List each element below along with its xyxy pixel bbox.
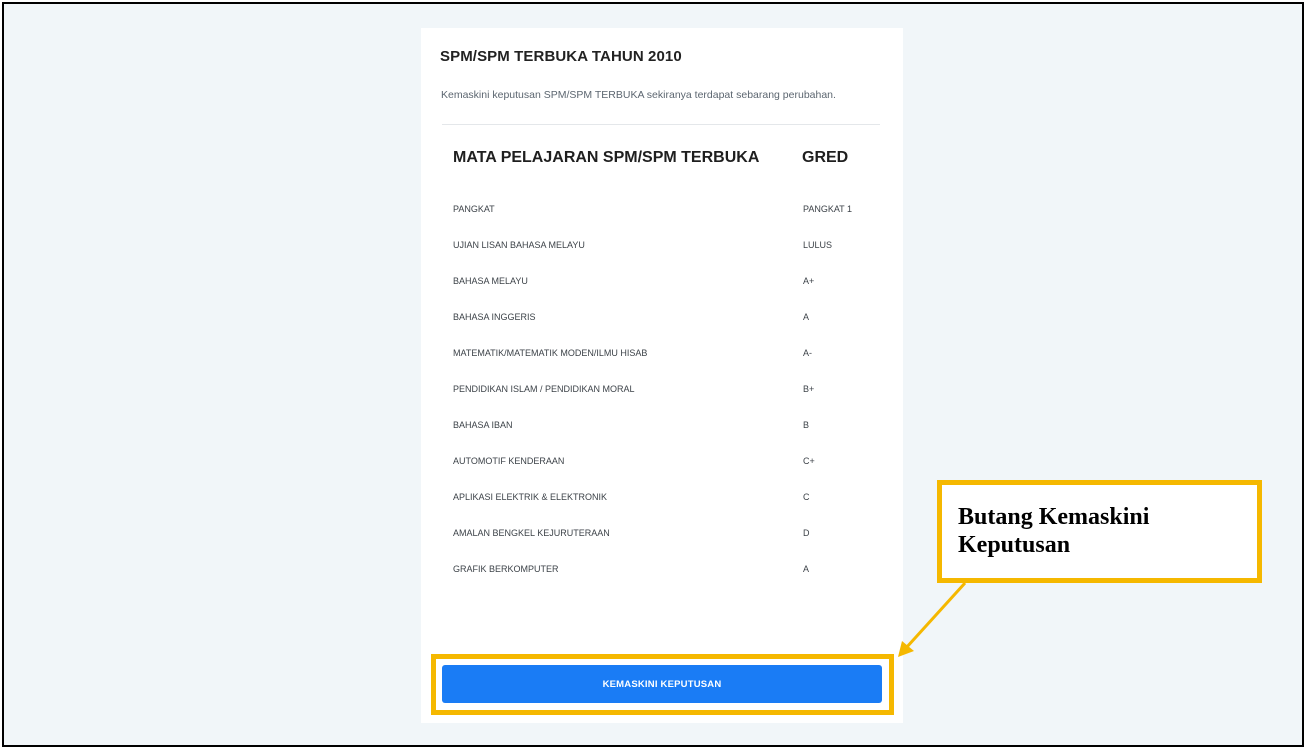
annotation-line-2: Keputusan (958, 532, 1071, 558)
annotation-callout: Butang Kemaskini Keputusan (937, 480, 1262, 583)
subject-cell: APLIKASI ELEKTRIK & ELEKTRONIK (453, 492, 608, 502)
grade-column-header: GRED (802, 149, 849, 166)
subject-cell: AMALAN BENGKEL KEJURUTERAAN (453, 528, 610, 538)
annotation-line-1: Butang Kemaskini (958, 504, 1150, 530)
grade-cell: B+ (803, 384, 815, 394)
table-row: AMALAN BENGKEL KEJURUTERAAN D (421, 528, 903, 564)
results-card: SPM/SPM TERBUKA TAHUN 2010 Kemaskini kep… (421, 28, 903, 723)
update-results-button[interactable]: KEMASKINI KEPUTUSAN (442, 665, 882, 703)
grade-cell: D (803, 528, 810, 538)
table-row: UJIAN LISAN BAHASA MELAYU LULUS (421, 240, 903, 276)
card-title: SPM/SPM TERBUKA TAHUN 2010 (440, 48, 682, 65)
grade-cell: B (803, 420, 810, 430)
table-row: APLIKASI ELEKTRIK & ELEKTRONIK C (421, 492, 903, 528)
table-row: AUTOMOTIF KENDERAAN C+ (421, 456, 903, 492)
subject-cell: MATEMATIK/MATEMATIK MODEN/ILMU HISAB (453, 348, 648, 358)
table-row: BAHASA IBAN B (421, 420, 903, 456)
table-row: BAHASA INGGERIS A (421, 312, 903, 348)
grade-cell: A- (803, 348, 812, 358)
grade-cell: PANGKAT 1 (803, 204, 853, 214)
divider (442, 124, 880, 125)
table-row: MATEMATIK/MATEMATIK MODEN/ILMU HISAB A- (421, 348, 903, 384)
subject-cell: PANGKAT (453, 204, 495, 214)
subject-cell: BAHASA INGGERIS (453, 312, 536, 322)
grade-cell: C+ (803, 456, 815, 466)
subject-column-header: MATA PELAJARAN SPM/SPM TERBUKA (453, 149, 760, 166)
subject-cell: BAHASA IBAN (453, 420, 513, 430)
table-row: BAHASA MELAYU A+ (421, 276, 903, 312)
subject-cell: AUTOMOTIF KENDERAAN (453, 456, 565, 466)
grade-cell: A+ (803, 276, 815, 286)
subject-cell: PENDIDIKAN ISLAM / PENDIDIKAN MORAL (453, 384, 635, 394)
grade-cell: LULUS (803, 240, 833, 250)
results-table-body: PANGKAT PANGKAT 1 UJIAN LISAN BAHASA MELA… (421, 204, 903, 600)
card-subtitle: Kemaskini keputusan SPM/SPM TERBUKA seki… (441, 89, 836, 101)
subject-cell: UJIAN LISAN BAHASA MELAYU (453, 240, 585, 250)
annotation-text: Butang Kemaskini Keputusan (958, 503, 1149, 559)
table-row: PENDIDIKAN ISLAM / PENDIDIKAN MORAL B+ (421, 384, 903, 420)
subject-cell: GRAFIK BERKOMPUTER (453, 564, 559, 574)
table-row: GRAFIK BERKOMPUTER A (421, 564, 903, 600)
table-row: PANGKAT PANGKAT 1 (421, 204, 903, 240)
grade-cell: A (803, 312, 810, 322)
grade-cell: A (803, 564, 810, 574)
grade-cell: C (803, 492, 810, 502)
subject-cell: BAHASA MELAYU (453, 276, 528, 286)
